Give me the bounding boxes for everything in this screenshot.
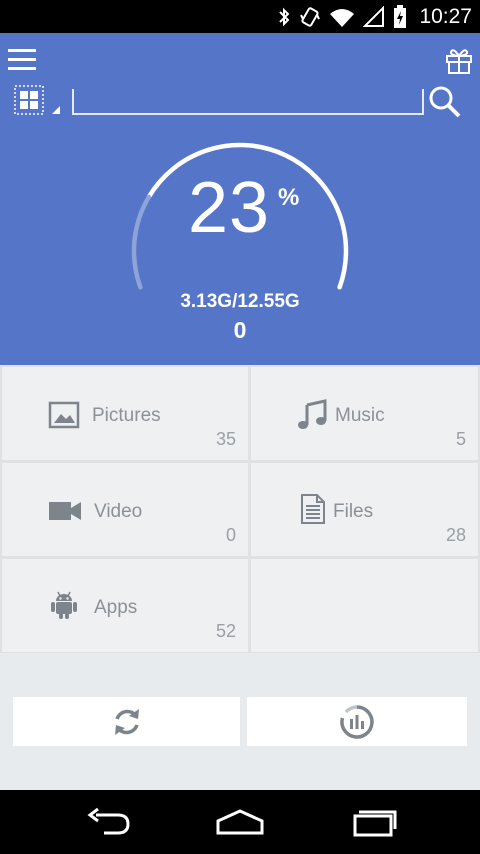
storage-percent: 23 (188, 168, 271, 248)
category-apps[interactable]: Apps 52 (2, 559, 248, 652)
category-label: Video (94, 501, 143, 522)
category-count: 0 (225, 525, 236, 545)
refresh-button[interactable] (13, 697, 240, 746)
percent-sign: % (278, 184, 300, 211)
category-files[interactable]: Files 28 (251, 463, 478, 556)
category-count: 5 (455, 429, 466, 449)
home-icon (216, 809, 264, 835)
search-icon[interactable] (428, 85, 462, 119)
bluetooth-icon (279, 7, 290, 26)
category-count: 52 (215, 621, 236, 641)
clock: 10:27 (419, 4, 472, 28)
grid-view-icon[interactable] (14, 85, 64, 115)
category-label: Pictures (92, 405, 161, 426)
gift-icon[interactable] (444, 45, 474, 75)
wifi-icon (330, 8, 355, 27)
analyze-chart-icon (340, 704, 374, 739)
storage-overview: 23 % 3.13G/12.55G 0 (0, 33, 480, 365)
document-icon (301, 494, 325, 524)
category-label: Apps (94, 597, 138, 618)
recents-icon (353, 810, 397, 837)
analyze-button[interactable] (247, 697, 467, 746)
category-count: 35 (215, 429, 236, 449)
category-pictures[interactable]: Pictures 35 (2, 367, 248, 460)
category-grid: Pictures 35 Music 5 Video 0 Files 28 App… (0, 365, 480, 653)
status-bar: 10:27 (0, 0, 480, 33)
back-button[interactable] (78, 804, 138, 840)
search-input[interactable] (72, 89, 424, 115)
home-button[interactable] (210, 804, 270, 840)
gauge-fill (131, 194, 152, 290)
category-video[interactable]: Video 0 (2, 463, 248, 556)
empty-tile (251, 559, 478, 652)
vibrate-icon (300, 6, 321, 27)
storage-sub-value: 0 (233, 317, 247, 343)
recents-button[interactable] (344, 804, 404, 840)
battery-charging-icon (394, 4, 407, 28)
category-music[interactable]: Music 5 (251, 367, 478, 460)
category-label: Music (335, 405, 385, 426)
back-icon (87, 807, 130, 835)
hamburger-icon[interactable] (8, 47, 36, 73)
picture-icon (48, 401, 80, 429)
category-count: 28 (445, 525, 466, 545)
music-note-icon (298, 399, 327, 429)
video-camera-icon (49, 502, 81, 520)
refresh-icon (114, 708, 139, 735)
category-label: Files (333, 501, 374, 522)
navigation-bar (0, 790, 480, 854)
storage-used-total: 3.13G/12.55G (180, 291, 300, 312)
signal-icon (363, 5, 385, 27)
android-icon (51, 591, 77, 619)
